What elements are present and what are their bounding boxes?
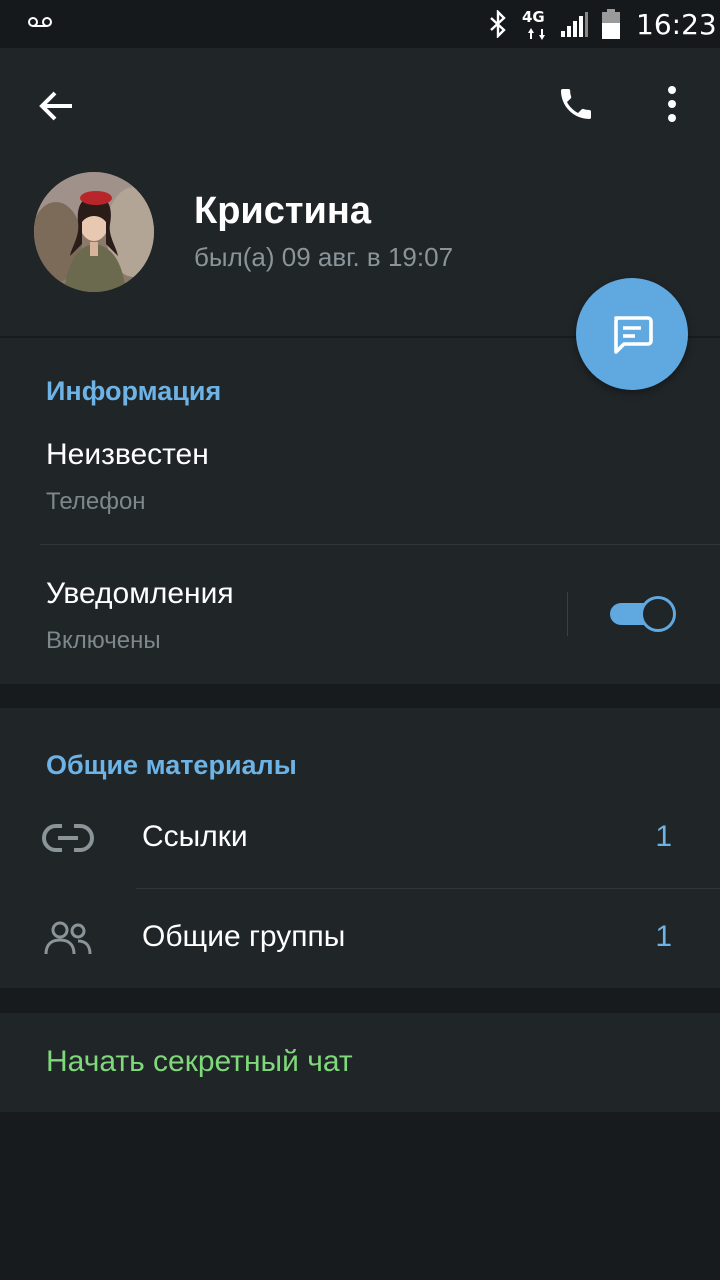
common-groups-count: 1 [655,920,672,953]
avatar[interactable] [34,172,154,292]
call-button[interactable] [548,76,604,132]
notifications-title: Уведомления [46,577,234,610]
last-seen-status: был(а) 09 авг. в 19:07 [194,242,454,272]
notifications-toggle[interactable] [610,596,678,632]
back-arrow-icon [39,91,72,121]
voicemail-icon [28,17,52,27]
phone-label: Телефон [46,488,146,515]
group-icon [44,921,92,955]
network-type-label: 4G [522,8,545,26]
common-groups-label: Общие группы [142,920,346,953]
more-options-button[interactable] [648,76,696,132]
shared-media-section: Общие материалы Ссылки 1 Общие группы 1 [0,708,720,988]
avatar-photo [34,172,154,292]
toggle-knob [640,596,676,632]
contact-name: Кристина [194,190,371,232]
phone-icon [561,89,591,119]
row-separator [567,592,568,636]
phone-row[interactable]: Неизвестен Телефон [0,418,720,544]
send-message-button[interactable] [576,278,688,390]
divider [136,888,720,889]
more-vert-icon [668,86,676,122]
shared-links-count: 1 [655,820,672,853]
message-icon [614,316,653,354]
back-button[interactable] [30,80,82,132]
signal-icon [561,12,588,37]
status-bar: 4G 16:23 [0,0,720,48]
secret-chat-section: Начать секретный чат [0,1013,720,1112]
bluetooth-icon [490,10,506,38]
shared-section-title: Общие материалы [46,750,297,780]
link-icon [42,824,94,852]
shared-links-label: Ссылки [142,820,248,853]
clock: 16:23 [636,8,717,41]
phone-value: Неизвестен [46,438,209,471]
common-groups-row[interactable]: Общие группы 1 [0,890,720,986]
network-4g-icon: 4G [522,8,554,40]
battery-icon [602,9,620,39]
info-section: Информация Неизвестен Телефон Уведомлени… [0,338,720,684]
start-secret-chat-button[interactable]: Начать секретный чат [46,1045,353,1079]
info-section-title: Информация [46,376,222,406]
notifications-status: Включены [46,627,161,654]
shared-links-row[interactable]: Ссылки 1 [0,790,720,886]
